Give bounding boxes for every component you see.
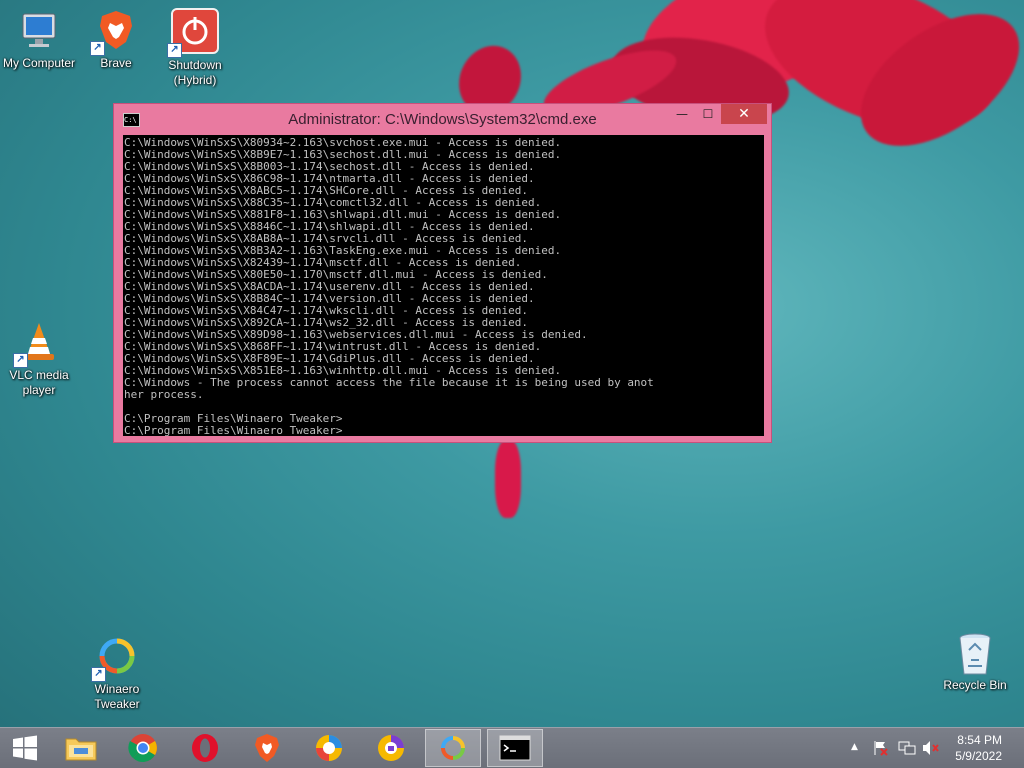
- desktop-icon-vlc[interactable]: ↗ VLC media player: [0, 320, 79, 398]
- browser-icon: [316, 735, 342, 761]
- minimize-button[interactable]: —: [669, 104, 695, 124]
- desktop-icon-winaero-tweaker[interactable]: ↗ Winaero Tweaker: [77, 634, 157, 712]
- cmd-titlebar[interactable]: C:\ Administrator: C:\Windows\System32\c…: [114, 104, 771, 134]
- desktop-icon-recycle-bin[interactable]: Recycle Bin: [935, 630, 1015, 693]
- desktop-icon-label: (Hybrid): [173, 73, 217, 87]
- taskbar-command-prompt[interactable]: [487, 729, 543, 767]
- taskbar-browser-2[interactable]: [363, 729, 419, 767]
- cmd-icon: [499, 735, 531, 761]
- desktop-icon-shutdown-hybrid[interactable]: ↗ Shutdown (Hybrid): [155, 8, 235, 88]
- taskbar-brave[interactable]: [239, 729, 295, 767]
- recycle-bin-icon: [953, 630, 997, 675]
- cmd-window[interactable]: C:\ Administrator: C:\Windows\System32\c…: [113, 103, 772, 443]
- system-clock[interactable]: 8:54 PM 5/9/2022: [955, 732, 1002, 764]
- start-button[interactable]: [0, 729, 50, 767]
- folder-icon: [65, 738, 97, 761]
- brave-icon: [255, 734, 279, 762]
- vlc-cone-icon: ↗: [13, 320, 61, 368]
- console-text: C:\Windows\WinSxS\X80934~2.163\svchost.e…: [124, 136, 654, 437]
- winaero-tweaker-icon: ↗: [91, 634, 139, 682]
- opera-icon: [192, 734, 218, 762]
- console-output-area[interactable]: C:\Windows\WinSxS\X80934~2.163\svchost.e…: [123, 135, 764, 436]
- desktop-icon-label: Brave: [100, 56, 132, 70]
- taskbar-file-explorer[interactable]: [53, 729, 109, 767]
- shortcut-arrow-icon: ↗: [91, 667, 106, 682]
- taskbar-chrome[interactable]: [115, 729, 171, 767]
- shortcut-arrow-icon: ↗: [13, 353, 28, 368]
- clock-time: 8:54 PM: [957, 733, 1002, 747]
- brave-icon: ↗: [90, 8, 138, 56]
- action-center-flag-icon[interactable]: [873, 740, 889, 759]
- desktop-icon-label: Shutdown: [168, 58, 222, 72]
- taskbar-browser-1[interactable]: [301, 729, 357, 767]
- browser-icon: [378, 735, 404, 761]
- clock-date: 5/9/2022: [955, 749, 1002, 763]
- computer-icon: [17, 8, 61, 52]
- desktop-icon-label: player: [22, 383, 56, 397]
- close-button[interactable]: ✕: [721, 104, 767, 124]
- power-icon: ↗: [167, 8, 219, 58]
- taskbar-opera[interactable]: [177, 729, 233, 767]
- chrome-icon: [128, 734, 157, 763]
- taskbar: ▲ 8:54 PM 5/9/2022: [0, 727, 1024, 768]
- shortcut-arrow-icon: ↗: [167, 43, 182, 58]
- shortcut-arrow-icon: ↗: [90, 41, 105, 56]
- desktop-icon-my-computer[interactable]: My Computer: [0, 8, 79, 71]
- desktop-icon-label: Tweaker: [94, 697, 140, 711]
- winaero-tweaker-icon: [441, 736, 465, 760]
- desktop-icon-label: My Computer: [2, 56, 76, 70]
- desktop-icon-label: Winaero: [94, 682, 140, 696]
- windows-logo-icon: [13, 735, 37, 761]
- desktop-icon-label: VLC media: [9, 368, 69, 382]
- taskbar-winaero-tweaker[interactable]: [425, 729, 481, 767]
- maximize-button[interactable]: ☐: [695, 104, 721, 124]
- tray-show-hidden-icons[interactable]: ▲: [851, 742, 858, 752]
- volume-muted-icon[interactable]: [922, 740, 940, 759]
- desktop-icon-brave[interactable]: ↗ Brave: [76, 8, 156, 71]
- desktop-icon-label: Recycle Bin: [943, 678, 1007, 692]
- network-icon[interactable]: [898, 740, 916, 759]
